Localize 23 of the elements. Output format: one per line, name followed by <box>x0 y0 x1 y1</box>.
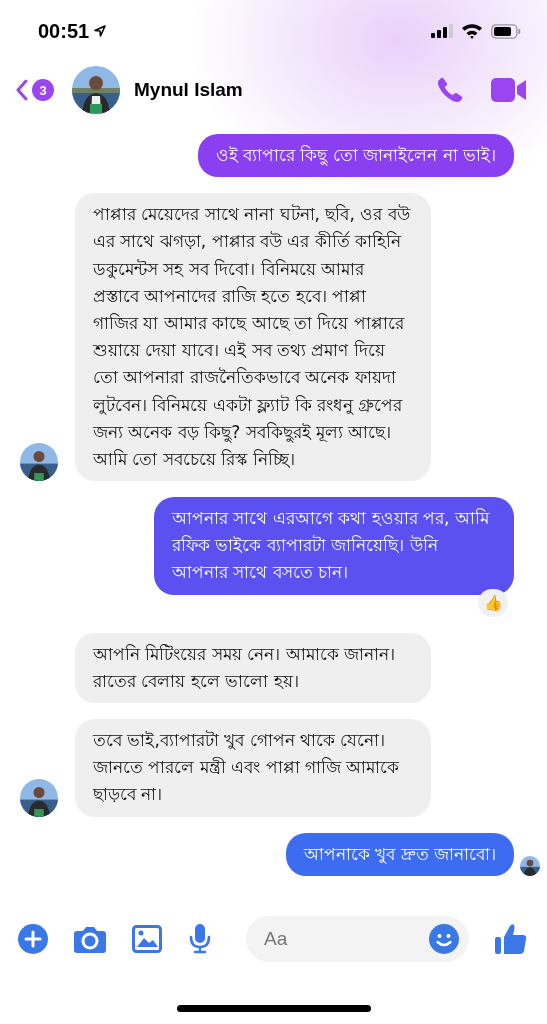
message-bubble: আপনাকে খুব দ্রুত জানাবো। <box>285 832 514 876</box>
location-arrow-icon <box>93 24 108 38</box>
message-field[interactable]: Aa <box>246 916 469 962</box>
microphone-icon[interactable] <box>188 924 212 954</box>
message-bubble: আপনি মিটিংয়ের সময় নেন। আমাকে জানান। রাতের বেলায় হলে ভালো হয়। <box>75 632 431 703</box>
video-camera-icon[interactable] <box>491 77 527 103</box>
image-icon[interactable] <box>132 925 162 953</box>
thumbs-up-icon[interactable] <box>495 923 527 955</box>
message-input[interactable]: Aa <box>262 927 429 951</box>
message-bubble: ওই ব্যাপারে কিছু তো জানাইলেন না ভাই। <box>197 134 514 178</box>
add-icon[interactable] <box>18 924 48 954</box>
battery-icon <box>491 23 521 39</box>
emoji-icon[interactable] <box>429 924 459 954</box>
message-bubble: আপনার সাথে এরআগে কথা হওয়ার পর, আমি রফিক ভাইকে ব্যাপারটা জানিয়েছি। উনি আপনার সাথে বসতে চান। <box>154 497 514 595</box>
phone-icon[interactable] <box>435 75 465 105</box>
wifi-icon <box>461 23 483 39</box>
message-bubble: তবে ভাই,ব্যাপারটা খুব গোপন থাকে যেনো। জানতে পারলে মন্ত্রী এবং পাপ্পা গাজি আমাকে ছাড়বে না। <box>75 719 431 817</box>
signal-icon <box>431 24 453 38</box>
camera-icon[interactable] <box>74 925 106 953</box>
back-chevron-icon[interactable] <box>16 79 28 101</box>
contact-name: Mynul Islam <box>134 79 243 101</box>
message-bubble: পাপ্পার মেয়েদের সাথে নানা ঘটনা, ছবি, ওর বউ এর সাথে ঝগড়া, পাপ্পার বউ এর কীর্তি কাহিনি ডকুমেন্টস সহ সব দিবো। বিনিময়ে আমার প্রস্তাবে আপনাদের রাজি হতে হবে। পাপ্পা গাজির যা আমার কাছে আছে তা দিয়ে পাপ্পারে শুয়ায়ে দেয়া যাবে। এই সব তথ্য প্রমাণ দিয়ে তো আপনারা রাজনৈতিকভাবে অনেক ফায়দা লুটবেন। বিনিময়ে একটা ফ্ল্যাট কি রংধনু গ্রুপের জন্য অনেক বড় কিছু? সবকিছুরই মূল্য আছে। আমি তো সবচেয়ে রিস্ক নিচ্ছি। <box>75 193 431 482</box>
status-time: 00:51 <box>38 19 90 43</box>
